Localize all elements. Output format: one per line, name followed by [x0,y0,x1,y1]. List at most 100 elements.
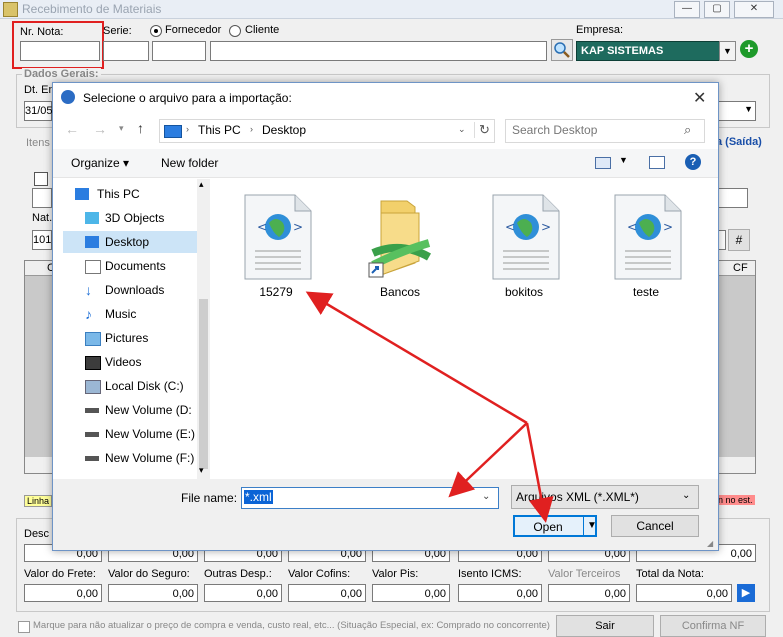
tree-item-volume-f[interactable]: New Volume (F:) [63,447,199,469]
right-input[interactable] [716,188,748,208]
frete-input[interactable]: 0,00 [24,584,102,602]
file-name-input[interactable]: *.xml ⌄ [241,487,499,509]
tree-item-downloads[interactable]: ↓ Downloads [63,279,199,301]
tree-label: Pictures [105,331,149,345]
address-dropdown-icon[interactable]: ⌄ [458,124,466,135]
tree-item-videos[interactable]: Videos [63,351,199,373]
tree-item-this-pc[interactable]: This PC [63,183,199,205]
help-icon[interactable]: ? [685,154,701,170]
cliente-radio[interactable] [229,25,241,37]
fornecedor-name-input[interactable] [210,41,547,61]
breadcrumb-sep-icon-2: › [250,124,253,134]
tree-item-local-disk-c[interactable]: Local Disk (C:) [63,375,199,397]
fornecedor-radio[interactable] [150,25,162,37]
nat-label: Nat. [32,212,53,224]
file-item-bancos[interactable]: Bancos [355,185,445,305]
tree-item-music[interactable]: ♪ Music [63,303,199,325]
file-open-dialog: Selecione o arquivo para a importação: ✕… [52,82,719,551]
seguro-label: Valor do Seguro: [108,568,190,580]
breadcrumb-desktop[interactable]: Desktop [262,123,306,137]
item-checkbox[interactable] [34,172,48,186]
sair-button[interactable]: Sair [556,615,654,637]
search-supplier-button[interactable] [551,39,573,61]
file-type-value: Arquivos XML (*.XML*) [516,490,639,504]
terceiros-input[interactable]: 0,00 [548,584,630,602]
tree-item-volume-d[interactable]: New Volume (D: [63,399,199,421]
organize-button[interactable]: Organize ▾ [71,156,129,170]
tree-item-volume-e[interactable]: New Volume (E:) [63,423,199,445]
right-select[interactable]: ▼ [718,101,756,121]
play-icon[interactable]: ▶ [737,584,755,602]
confirma-nf-button[interactable]: Confirma NF [660,615,766,637]
cofins-input[interactable]: 0,00 [288,584,366,602]
nat-input[interactable]: 101 [32,230,52,250]
chevron-down-icon: ▼ [744,104,753,114]
refresh-icon[interactable]: ↻ [474,122,490,138]
dt-input[interactable]: 31/05 [24,101,53,121]
no-update-label: Marque para não atualizar o preço de com… [33,620,550,631]
minimize-button[interactable]: — [674,1,700,18]
fornecedor-code-input[interactable] [152,41,206,61]
dialog-app-icon [61,90,75,104]
app-icon [3,2,18,17]
empresa-select[interactable]: KAP SISTEMAS [576,41,722,61]
add-icon[interactable]: + [740,40,758,58]
open-button[interactable]: Open ▼ [513,515,597,537]
total-input[interactable]: 0,00 [636,584,732,602]
recent-chevron-icon[interactable]: ▾ [119,123,124,134]
cancel-button[interactable]: Cancel [611,515,699,537]
empresa-dropdown-icon[interactable]: ▼ [719,41,736,61]
xml-document-icon: < > [244,194,312,280]
tree-item-3d-objects[interactable]: 3D Objects [63,207,199,229]
scroll-thumb[interactable] [199,299,208,469]
main-title-bar: Recebimento de Materiais — ▢ ✕ [0,0,783,19]
tree-label: New Volume (F:) [105,451,195,465]
file-item-teste[interactable]: < > teste [601,185,691,305]
file-name-dropdown-icon[interactable]: ⌄ [482,491,490,502]
hash-button[interactable]: # [728,229,750,251]
tree-item-desktop[interactable]: Desktop [63,231,199,253]
back-arrow-icon[interactable]: ← [65,121,79,137]
view-icon[interactable] [595,157,611,169]
dialog-title-bar: Selecione o arquivo para a importação: ✕ [53,83,718,113]
dialog-toolbar: Organize ▾ New folder ▼ ? [53,149,718,178]
tree-label: Desktop [105,235,150,249]
preview-pane-icon[interactable] [649,156,665,169]
pis-input[interactable]: 0,00 [372,584,450,602]
svg-text:>: > [541,220,551,234]
forward-arrow-icon[interactable]: → [93,121,107,137]
open-split-dropdown-icon[interactable]: ▼ [583,517,597,535]
search-input[interactable]: Search Desktop [512,123,597,137]
view-dropdown-icon[interactable]: ▼ [619,155,628,165]
address-bar[interactable]: › This PC › Desktop ⌄ ↻ [159,119,495,143]
search-box[interactable]: Search Desktop ⌕ [505,119,705,143]
file-type-select[interactable]: Arquivos XML (*.XML*) ⌄ [511,485,699,509]
serie-input[interactable] [103,41,149,61]
dialog-close-icon[interactable]: ✕ [693,88,706,108]
folder-shortcut-icon [368,200,431,278]
tree-item-documents[interactable]: Documents [63,255,199,277]
scroll-down-icon[interactable]: ▾ [199,465,204,476]
file-item-15279[interactable]: < > 15279 [231,185,321,305]
fornecedor-label: Fornecedor [165,24,222,36]
up-arrow-icon[interactable]: ↑ [137,120,144,136]
breadcrumb-this-pc[interactable]: This PC [198,123,241,137]
seguro-input[interactable]: 0,00 [108,584,198,602]
maximize-button[interactable]: ▢ [704,1,730,18]
no-update-checkbox[interactable] [18,621,30,633]
outras-input[interactable]: 0,00 [204,584,282,602]
close-button[interactable]: ✕ [734,1,774,18]
new-folder-button[interactable]: New folder [161,156,218,170]
tree-label: 3D Objects [105,211,165,225]
resize-grip-icon[interactable]: ◢ [707,539,713,548]
isento-input[interactable]: 0,00 [458,584,542,602]
tree-label: Music [105,307,137,321]
tree-scrollbar[interactable]: ▴ ▾ [197,179,210,479]
pictures-icon [85,332,101,346]
tree-item-pictures[interactable]: Pictures [63,327,199,349]
svg-text:<: < [627,220,637,234]
file-item-bokitos[interactable]: < > bokitos [479,185,569,305]
item-input[interactable] [32,188,52,208]
xml-document-icon: < > [614,194,682,280]
scroll-up-icon[interactable]: ▴ [199,179,204,190]
